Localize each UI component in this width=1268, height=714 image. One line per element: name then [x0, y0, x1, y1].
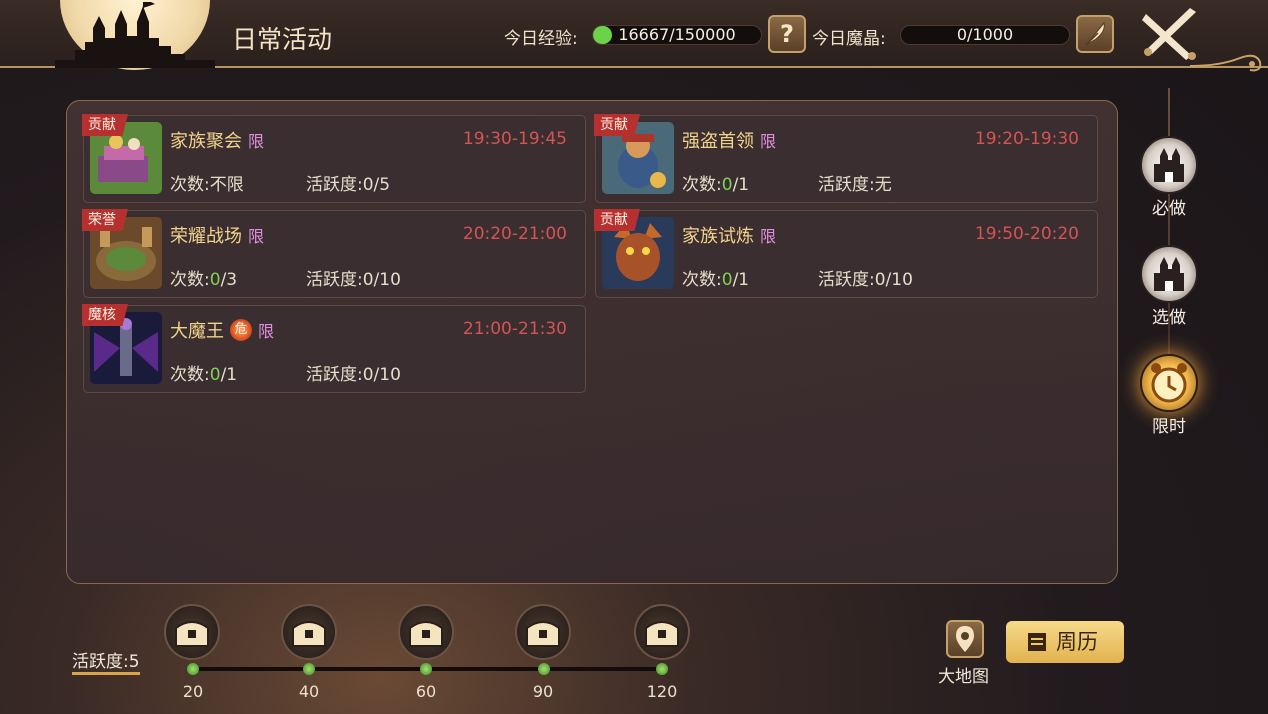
reward-chest[interactable] [634, 604, 690, 660]
activity-time: 19:50-20:20 [974, 224, 1079, 244]
activity-count: 次数:不限 [170, 175, 244, 195]
activity-tag: 荣誉 [82, 209, 128, 231]
milestone-value: 90 [532, 682, 554, 701]
activity-activeness: 活跃度:0/10 [306, 365, 401, 385]
activity-count: 次数:0/1 [170, 365, 238, 385]
activity-card-glory-battlefield[interactable]: 荣誉 荣耀战场限 20:20-21:00 次数:0/3 活跃度:0/10 [82, 209, 586, 298]
chest-icon [526, 621, 560, 647]
feather-button[interactable] [1076, 15, 1114, 53]
crystal-label: 今日魔晶: [812, 29, 886, 49]
limited-badge: 限 [248, 132, 265, 151]
alarm-clock-icon [1140, 354, 1198, 412]
activity-card-family-trial[interactable]: 贡献 家族试炼限 19:50-20:20 次数:0/1 活跃度:0/10 [594, 209, 1098, 298]
limited-badge: 限 [248, 227, 265, 246]
castle-icon [1140, 136, 1198, 194]
activity-name: 大魔王危限 [170, 319, 275, 342]
activity-card-bandit-leader[interactable]: 贡献 强盗首领限 19:20-19:30 次数:0/1 活跃度:无 [594, 114, 1098, 203]
page-title: 日常活动 [232, 25, 333, 54]
activity-activeness: 活跃度:0/10 [306, 270, 401, 290]
limited-badge: 限 [760, 227, 777, 246]
chest-icon [409, 621, 443, 647]
exp-value: 16667/150000 [618, 25, 736, 44]
castle-silhouette-icon [55, 2, 215, 68]
reward-chest[interactable] [515, 604, 571, 660]
crystal-value: 0/1000 [956, 25, 1014, 44]
limited-badge: 限 [760, 132, 777, 151]
reward-chest[interactable] [398, 604, 454, 660]
activity-count: 次数:0/1 [682, 270, 750, 290]
milestone-node [538, 663, 550, 675]
reward-chest[interactable] [164, 604, 220, 660]
activity-panel: 贡献 家族聚会限 19:30-19:45 次数:不限 活跃度:0/5 贡献 强盗… [66, 100, 1118, 584]
help-button[interactable]: ? [768, 15, 806, 53]
crystal-progress-bar: 0/1000 [900, 25, 1070, 45]
exp-progress-bar: 16667/150000 [592, 25, 762, 45]
activity-name: 家族聚会限 [170, 131, 265, 152]
milestone-node [187, 663, 199, 675]
reward-chest[interactable] [281, 604, 337, 660]
feather-icon [1085, 21, 1105, 46]
castle-icon [1140, 245, 1198, 303]
weekly-calendar-button[interactable]: 周历 [1006, 621, 1124, 663]
world-map-button[interactable] [946, 620, 984, 658]
chest-icon [175, 621, 209, 647]
milestone-value: 20 [182, 682, 204, 701]
tab-label: 限时 [1152, 417, 1186, 437]
activity-tag: 贡献 [594, 209, 640, 231]
activity-tag: 魔核 [82, 304, 128, 326]
activity-activeness: 活跃度:0/10 [818, 270, 913, 290]
activeness-total: 活跃度:5 [72, 647, 140, 675]
activity-tag: 贡献 [594, 114, 640, 136]
map-pin-icon [956, 626, 974, 652]
activity-name: 荣耀战场限 [170, 226, 265, 247]
activity-time: 19:20-19:30 [974, 129, 1079, 149]
milestone-node [303, 663, 315, 675]
milestone-node [656, 663, 668, 675]
chest-icon [645, 621, 679, 647]
top-bar: 日常活动 今日经验: 16667/150000 ? 今日魔晶: 0/1000 [0, 0, 1268, 72]
side-tab-divider [1168, 88, 1170, 388]
tab-optional[interactable]: 选做 [1138, 245, 1200, 328]
activity-time: 21:00-21:30 [462, 319, 567, 339]
danger-flame-icon: 危 [230, 319, 252, 341]
activity-name: 家族试炼限 [682, 226, 777, 247]
limited-badge: 限 [258, 322, 275, 341]
exp-label: 今日经验: [504, 29, 578, 49]
activity-tag: 贡献 [82, 114, 128, 136]
tab-label: 必做 [1152, 199, 1186, 219]
activity-time: 19:30-19:45 [462, 129, 567, 149]
world-map-label: 大地图 [938, 667, 989, 687]
activity-activeness: 活跃度:0/5 [306, 175, 391, 195]
activity-time: 20:20-21:00 [462, 224, 567, 244]
activity-activeness: 活跃度:无 [818, 175, 892, 195]
milestone-value: 40 [298, 682, 320, 701]
activity-count: 次数:0/3 [170, 270, 238, 290]
tab-limited-time[interactable]: 限时 [1138, 354, 1200, 437]
activity-name: 强盗首领限 [682, 131, 777, 152]
chest-icon [292, 621, 326, 647]
tab-label: 选做 [1152, 308, 1186, 328]
tab-must-do[interactable]: 必做 [1138, 136, 1200, 219]
milestone-node [420, 663, 432, 675]
activity-card-demon-king[interactable]: 魔核 大魔王危限 21:00-21:30 次数:0/1 活跃度:0/10 [82, 304, 586, 393]
activity-count: 次数:0/1 [682, 175, 750, 195]
milestone-value: 120 [646, 682, 678, 701]
calendar-book-icon [1028, 633, 1046, 651]
milestone-value: 60 [415, 682, 437, 701]
ornament-curl-icon [1190, 54, 1262, 72]
weekly-calendar-label: 周历 [1056, 630, 1098, 654]
activity-card-family-party[interactable]: 贡献 家族聚会限 19:30-19:45 次数:不限 活跃度:0/5 [82, 114, 586, 203]
